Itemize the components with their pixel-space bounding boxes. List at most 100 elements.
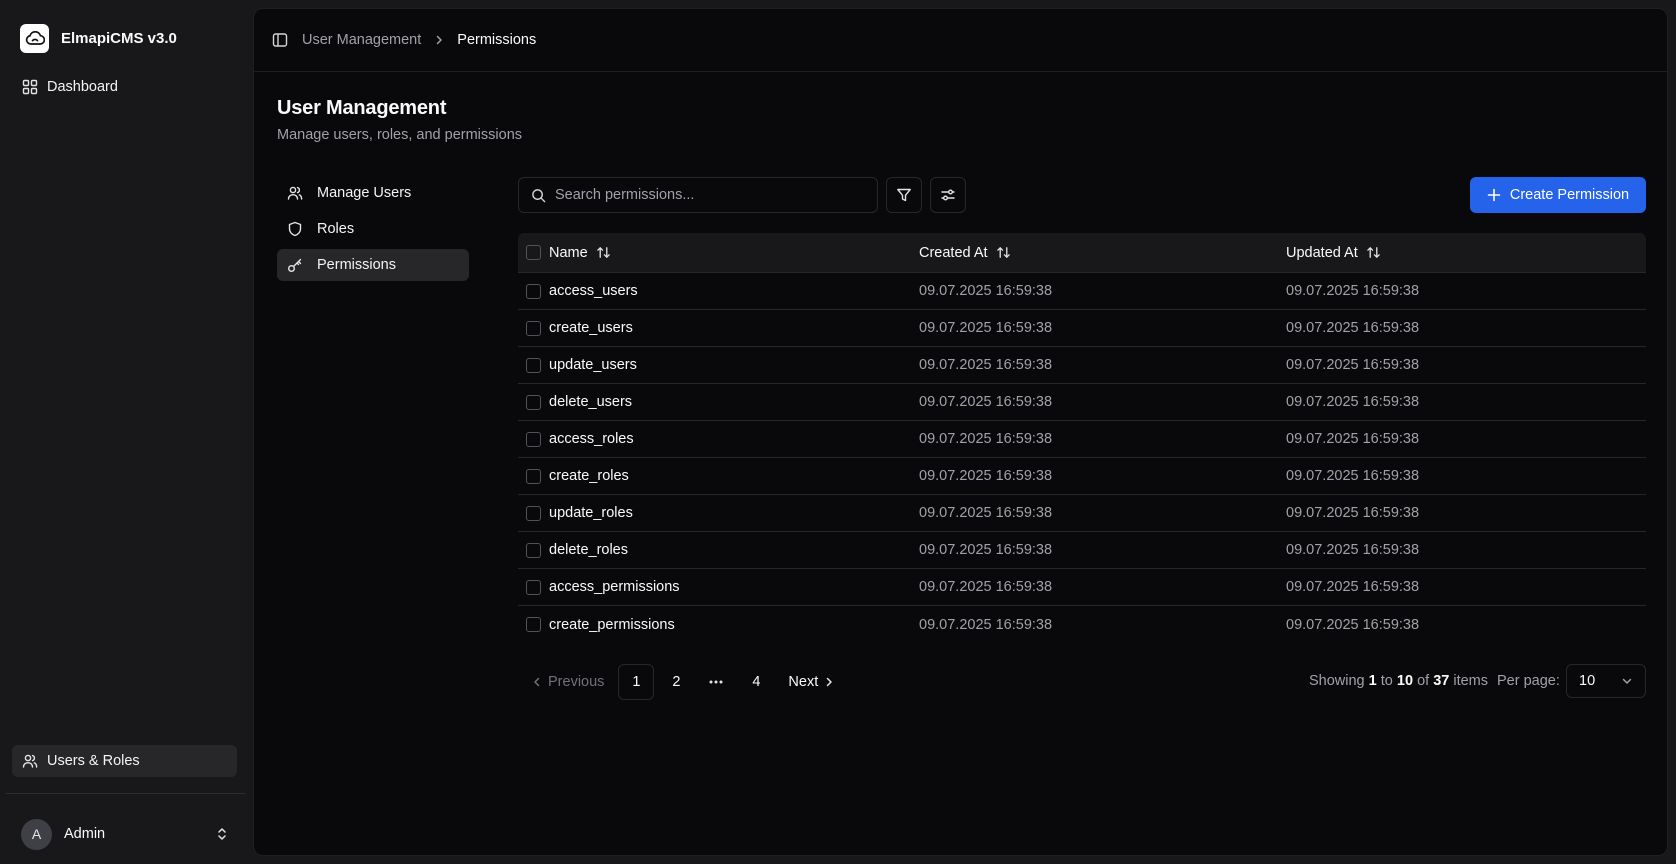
sidebar-toggle-icon[interactable] bbox=[272, 32, 288, 48]
subnav-roles[interactable]: Roles bbox=[277, 213, 469, 245]
chevron-left-icon bbox=[532, 676, 542, 688]
per-page-value: 10 bbox=[1579, 673, 1596, 689]
row-checkbox[interactable] bbox=[526, 579, 541, 595]
sidebar-divider bbox=[6, 793, 245, 794]
column-settings-button[interactable] bbox=[930, 177, 966, 213]
next-label: Next bbox=[788, 674, 819, 690]
table-row[interactable]: delete_users 09.07.2025 16:59:38 09.07.202… bbox=[518, 384, 1646, 421]
column-header-name-label: Name bbox=[549, 244, 588, 261]
row-select-cell bbox=[518, 468, 549, 484]
subnav-permissions[interactable]: Permissions bbox=[277, 249, 469, 281]
create-permission-button[interactable]: Create Permission bbox=[1470, 177, 1646, 213]
row-checkbox[interactable] bbox=[526, 542, 541, 558]
table-row[interactable]: create_permissions 09.07.2025 16:59:38 09.… bbox=[518, 606, 1646, 643]
cell-updated-at: 09.07.2025 16:59:38 bbox=[1286, 468, 1420, 484]
chevrons-up-down-icon bbox=[216, 826, 228, 842]
table-row[interactable]: access_roles 09.07.2025 16:59:38 09.07.202… bbox=[518, 421, 1646, 458]
next-page-button[interactable]: Next bbox=[778, 674, 844, 690]
cell-created-at: 09.07.2025 16:59:38 bbox=[919, 616, 1053, 633]
select-all-cell bbox=[518, 245, 549, 260]
table-row[interactable]: create_roles 09.07.2025 16:59:38 09.07.202… bbox=[518, 458, 1646, 495]
select-all-checkbox[interactable] bbox=[526, 245, 541, 260]
column-header-name[interactable]: Name bbox=[549, 245, 919, 261]
key-icon bbox=[287, 257, 303, 273]
cell-created-at: 09.07.2025 16:59:38 bbox=[919, 320, 1053, 336]
row-checkbox[interactable] bbox=[526, 320, 541, 336]
table-row[interactable]: access_permissions 09.07.2025 16:59:38 09.… bbox=[518, 569, 1646, 606]
cell-name: access_roles bbox=[549, 431, 634, 447]
users-icon bbox=[22, 753, 38, 769]
table-row[interactable]: update_roles 09.07.2025 16:59:38 09.07.202… bbox=[518, 495, 1646, 532]
breadcrumb-parent[interactable]: User Management bbox=[302, 32, 421, 48]
table-row[interactable]: update_users 09.07.2025 16:59:38 09.07.202… bbox=[518, 347, 1646, 384]
column-header-created-at[interactable]: Created At bbox=[919, 245, 1286, 261]
users-icon bbox=[287, 185, 303, 201]
showing-of-word: of bbox=[1417, 673, 1430, 689]
page-subtitle: Manage users, roles, and permissions bbox=[277, 127, 523, 143]
row-checkbox[interactable] bbox=[526, 617, 541, 632]
search-icon bbox=[531, 188, 546, 203]
column-header-updated-at-label: Updated At bbox=[1286, 244, 1358, 261]
page-button-1[interactable]: 1 bbox=[618, 664, 655, 700]
table-row[interactable]: create_users 09.07.2025 16:59:38 09.07.202… bbox=[518, 310, 1646, 347]
row-select-cell bbox=[518, 542, 549, 558]
search-box[interactable] bbox=[518, 177, 878, 213]
filter-icon bbox=[896, 187, 912, 203]
showing-items-word: items bbox=[1453, 673, 1489, 689]
user-management-subnav: Manage Users Roles Permissions bbox=[277, 177, 469, 285]
row-checkbox[interactable] bbox=[526, 357, 541, 373]
column-header-updated-at[interactable]: Updated At bbox=[1286, 245, 1646, 261]
shield-icon bbox=[287, 221, 303, 237]
row-select-cell bbox=[518, 617, 549, 632]
cell-updated-at: 09.07.2025 16:59:38 bbox=[1286, 320, 1420, 336]
subnav-roles-label: Roles bbox=[317, 221, 355, 237]
nav-dashboard-label: Dashboard bbox=[47, 79, 118, 95]
brand[interactable]: ElmapiCMS v3.0 bbox=[20, 24, 177, 53]
cell-name: update_users bbox=[549, 357, 637, 373]
avatar-initial: A bbox=[31, 826, 42, 842]
cell-updated-at: 09.07.2025 16:59:38 bbox=[1286, 542, 1420, 558]
row-select-cell bbox=[518, 394, 549, 410]
search-input[interactable] bbox=[555, 187, 855, 203]
page-button-4[interactable]: 4 bbox=[738, 664, 774, 700]
page-button-2[interactable]: 2 bbox=[658, 664, 694, 700]
row-checkbox[interactable] bbox=[526, 431, 541, 447]
main-panel: User Management Permissions User Managem… bbox=[253, 8, 1668, 856]
cell-created-at: 09.07.2025 16:59:38 bbox=[919, 431, 1053, 447]
row-select-cell bbox=[518, 431, 549, 447]
nav-users-roles-label: Users & Roles bbox=[47, 753, 140, 769]
cell-created-at: 09.07.2025 16:59:38 bbox=[919, 505, 1053, 521]
previous-page-button[interactable]: Previous bbox=[518, 674, 618, 690]
sliders-icon bbox=[940, 187, 956, 203]
pagination: Previous 1 2 4 Next bbox=[518, 664, 844, 700]
cell-created-at: 09.07.2025 16:59:38 bbox=[919, 394, 1053, 410]
column-header-created-at-label: Created At bbox=[919, 244, 988, 261]
showing-to-word: to bbox=[1380, 673, 1393, 689]
cell-name: create_users bbox=[549, 320, 633, 336]
sort-arrows-icon[interactable] bbox=[1366, 245, 1381, 260]
table-row[interactable]: delete_roles 09.07.2025 16:59:38 09.07.202… bbox=[518, 532, 1646, 569]
pagination-ellipsis-icon bbox=[698, 664, 734, 700]
cell-created-at: 09.07.2025 16:59:38 bbox=[919, 283, 1053, 299]
row-checkbox[interactable] bbox=[526, 505, 541, 521]
chevron-right-icon bbox=[434, 34, 444, 46]
row-select-cell bbox=[518, 505, 549, 521]
sort-arrows-icon[interactable] bbox=[996, 245, 1011, 260]
user-menu[interactable]: A Admin bbox=[14, 815, 238, 853]
create-permission-label: Create Permission bbox=[1509, 187, 1630, 203]
sort-arrows-icon[interactable] bbox=[596, 245, 611, 260]
nav-dashboard[interactable]: Dashboard bbox=[12, 71, 237, 103]
row-checkbox[interactable] bbox=[526, 394, 541, 410]
showing-total: 37 bbox=[1433, 673, 1450, 689]
per-page-select[interactable]: 10 bbox=[1566, 664, 1646, 698]
nav-users-roles[interactable]: Users & Roles bbox=[12, 745, 237, 777]
row-checkbox[interactable] bbox=[526, 468, 541, 484]
filter-button[interactable] bbox=[886, 177, 922, 213]
subnav-manage-users[interactable]: Manage Users bbox=[277, 177, 469, 209]
cell-updated-at: 09.07.2025 16:59:38 bbox=[1286, 505, 1420, 521]
cell-updated-at: 09.07.2025 16:59:38 bbox=[1286, 431, 1420, 447]
row-checkbox[interactable] bbox=[526, 283, 541, 299]
cell-updated-at: 09.07.2025 16:59:38 bbox=[1286, 394, 1420, 410]
table-row[interactable]: access_users 09.07.2025 16:59:38 09.07.202… bbox=[518, 273, 1646, 310]
row-select-cell bbox=[518, 320, 549, 336]
